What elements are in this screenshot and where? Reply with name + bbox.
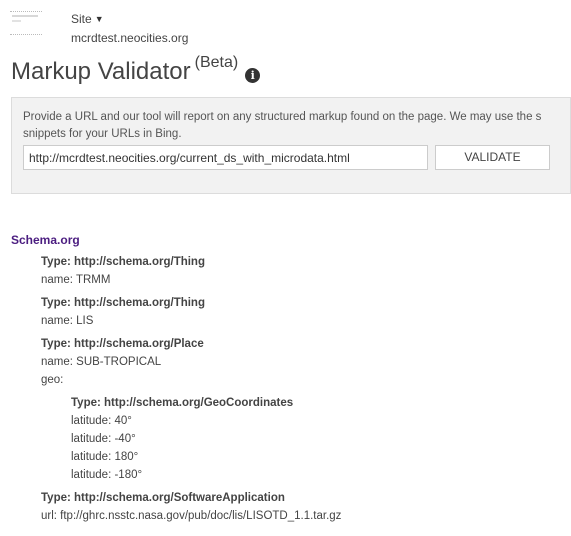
result-prop: name: TRMM bbox=[41, 274, 111, 286]
result-prop: name: SUB-TROPICAL bbox=[41, 356, 162, 368]
result-item: Type: http://schema.org/GeoCoordinates bbox=[71, 397, 293, 409]
result-prop: url: ftp://ghrc.nsstc.nasa.gov/pub/doc/l… bbox=[41, 510, 342, 522]
results-heading: Schema.org bbox=[11, 233, 80, 247]
result-item: Type: http://schema.org/Thing bbox=[41, 297, 205, 309]
panel-description: Provide a URL and our tool will report o… bbox=[23, 109, 563, 143]
url-input[interactable] bbox=[23, 145, 428, 170]
result-type: Type: http://schema.org/GeoCoordinates bbox=[71, 397, 294, 409]
beta-label: (Beta) bbox=[194, 54, 239, 71]
site-url: mcrdtest.neocities.org bbox=[71, 31, 189, 45]
result-type: Type: http://schema.org/Thing bbox=[41, 256, 205, 268]
info-icon[interactable]: i bbox=[245, 68, 261, 83]
result-prop: latitude: -40° bbox=[71, 433, 136, 445]
result-prop: latitude: 40° bbox=[71, 415, 132, 427]
result-type: Type: http://schema.org/SoftwareApplicat… bbox=[41, 492, 285, 504]
result-prop: latitude: 180° bbox=[71, 451, 139, 463]
result-prop: name: LIS bbox=[41, 315, 94, 327]
result-type: Type: http://schema.org/Place bbox=[41, 338, 204, 350]
validator-panel: Provide a URL and our tool will report o… bbox=[11, 97, 571, 194]
site-thumbnail bbox=[10, 11, 42, 35]
chevron-down-icon: ▼ bbox=[94, 14, 104, 24]
site-dropdown[interactable]: Site ▼ bbox=[71, 12, 104, 26]
thumbnail-line bbox=[12, 15, 38, 17]
result-item: Type: http://schema.org/Thing bbox=[41, 256, 205, 268]
page-title-text: Markup Validator bbox=[11, 58, 191, 85]
result-item: Type: http://schema.org/Place bbox=[41, 338, 204, 350]
result-prop: latitude: -180° bbox=[71, 469, 143, 481]
thumbnail-line bbox=[12, 20, 21, 22]
validate-button[interactable]: VALIDATE bbox=[435, 145, 550, 170]
description-line: Provide a URL and our tool will report o… bbox=[23, 111, 542, 123]
description-line: snippets for your URLs in Bing. bbox=[23, 128, 182, 140]
page-title: Markup Validator (Beta) i bbox=[11, 54, 261, 86]
result-type: Type: http://schema.org/Thing bbox=[41, 297, 205, 309]
result-prop: geo: bbox=[41, 374, 64, 386]
result-item: Type: http://schema.org/SoftwareApplicat… bbox=[41, 492, 285, 504]
site-label: Site bbox=[71, 12, 92, 26]
